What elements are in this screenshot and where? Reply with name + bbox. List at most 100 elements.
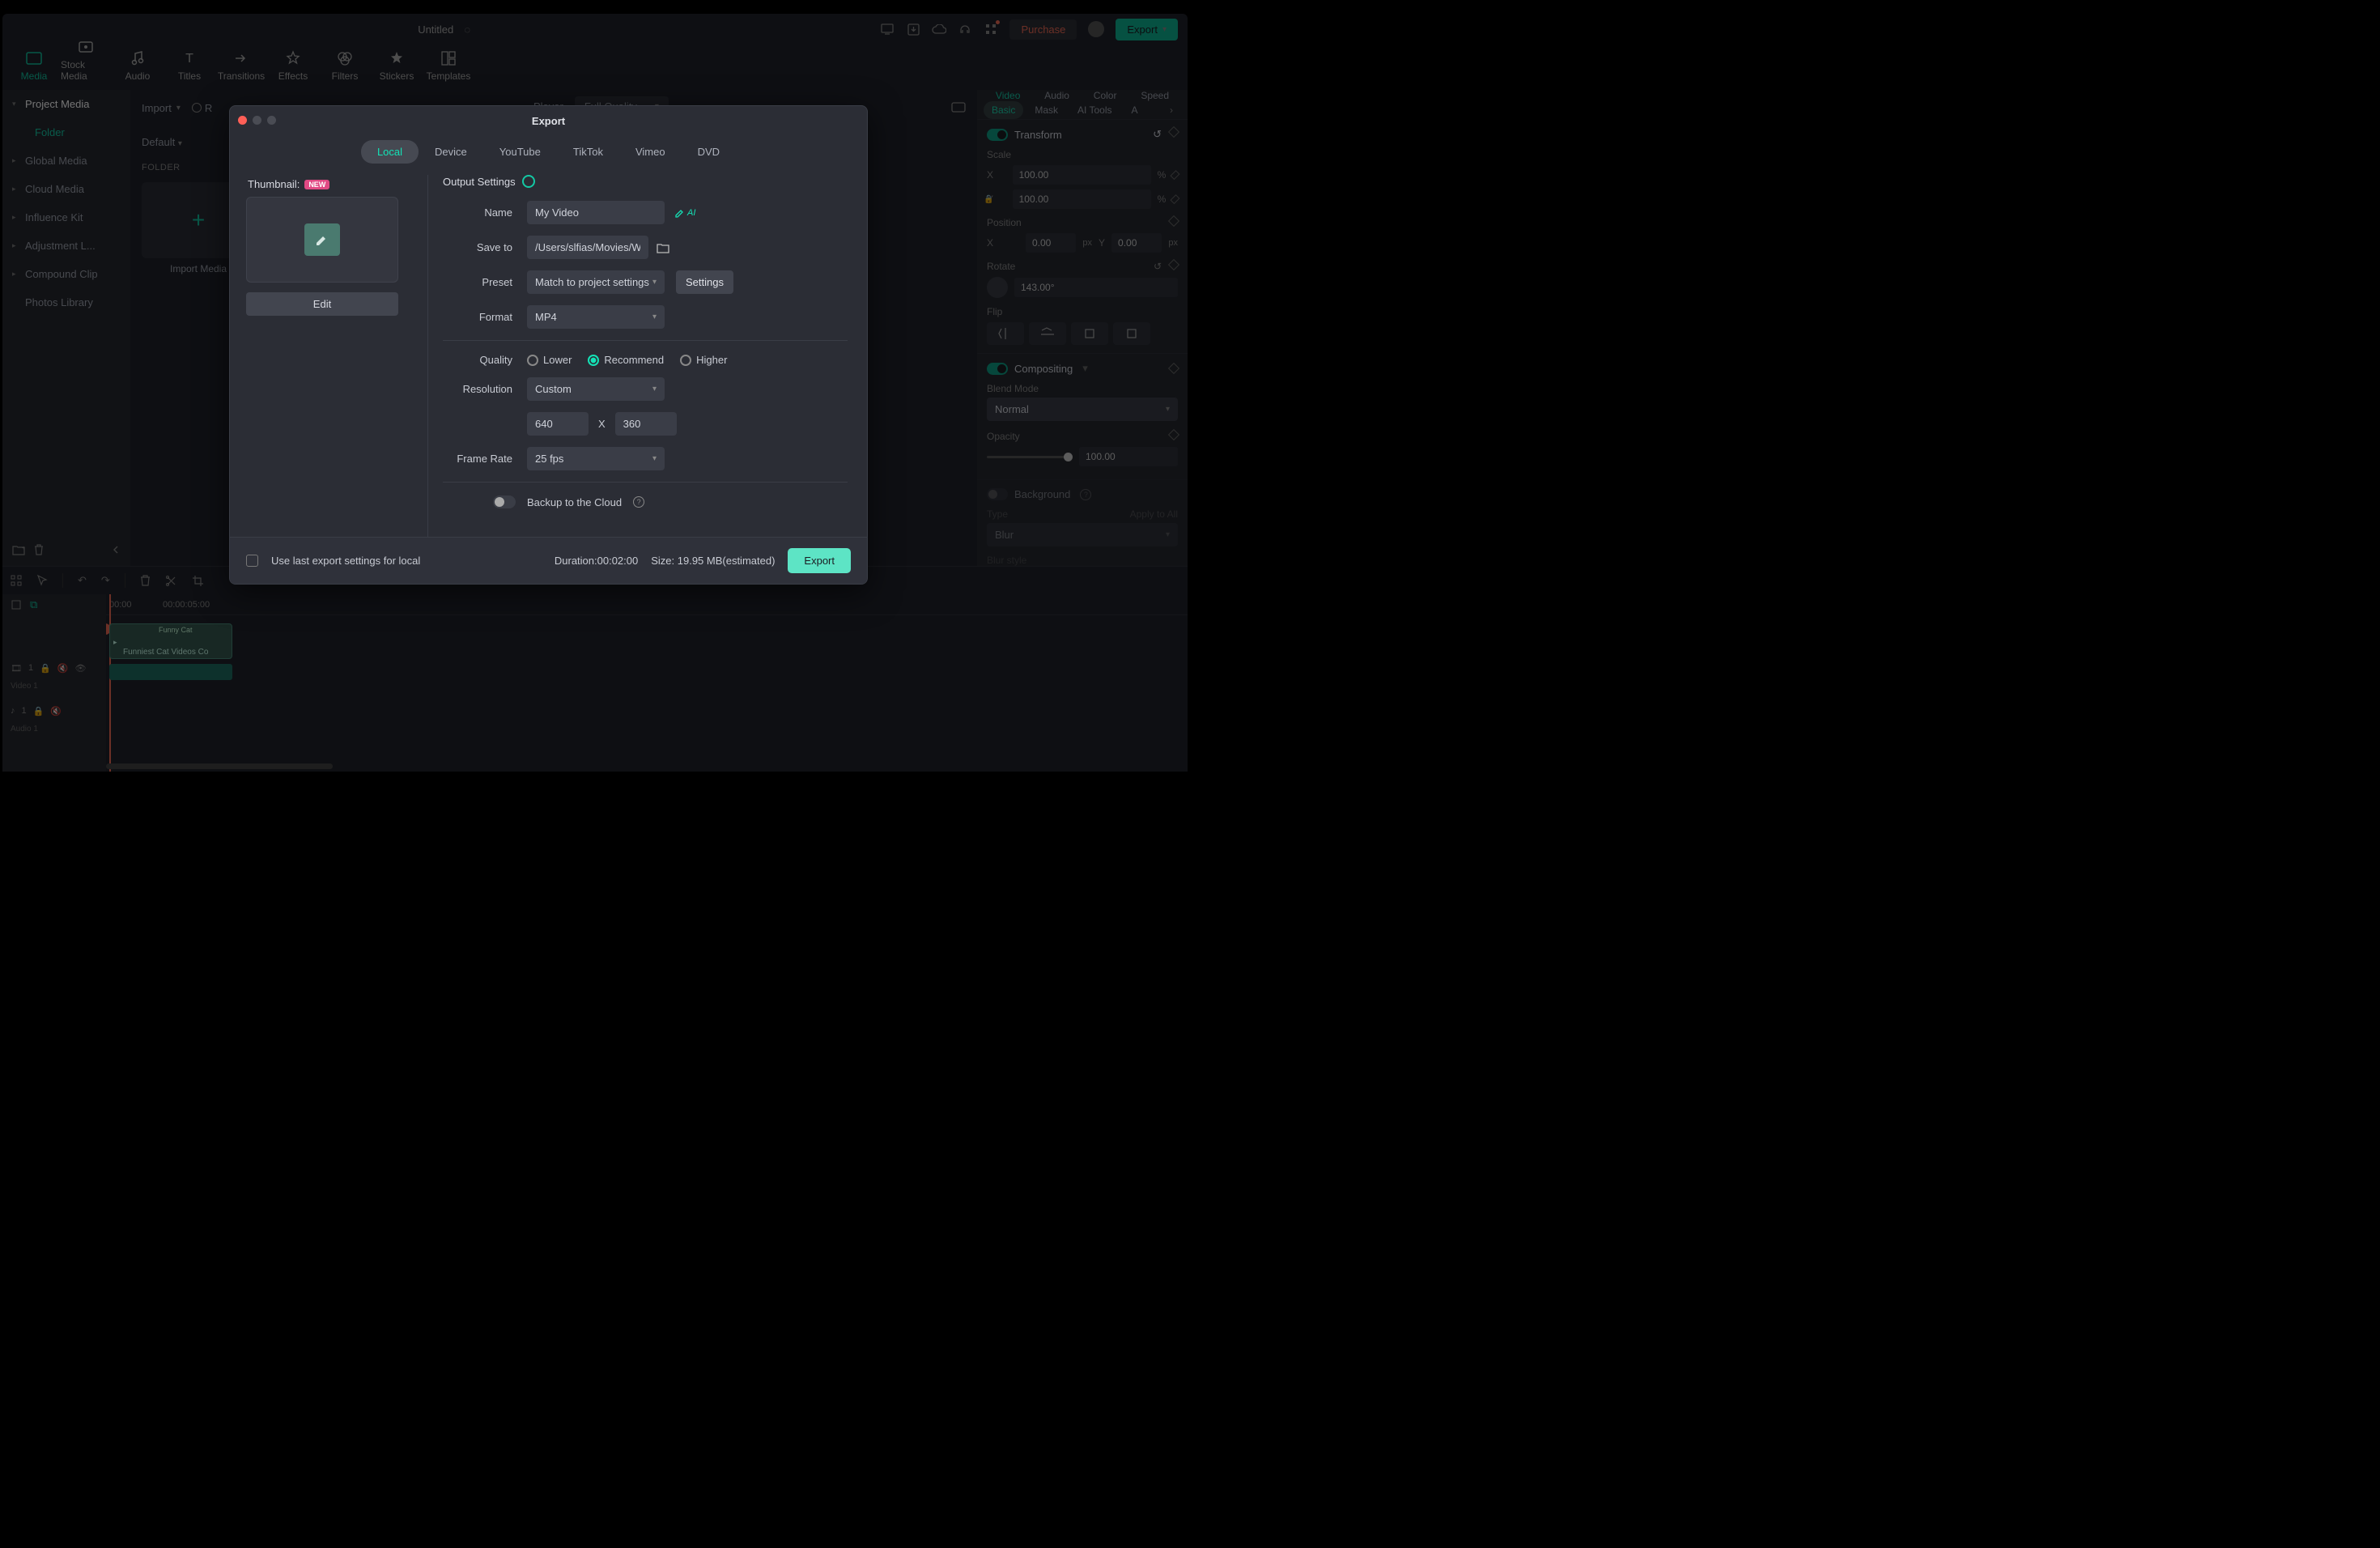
framerate-select[interactable]: 25 fps▾: [527, 447, 665, 470]
keyframe-icon[interactable]: [1168, 215, 1179, 227]
marker-icon[interactable]: [11, 575, 22, 586]
pos-y-input[interactable]: [1111, 233, 1162, 253]
compositing-toggle[interactable]: [987, 363, 1008, 375]
name-input[interactable]: [527, 201, 665, 224]
nav-stickers[interactable]: Stickers: [372, 46, 422, 85]
transform-toggle[interactable]: [987, 129, 1008, 141]
subtab-mask[interactable]: Mask: [1026, 101, 1066, 119]
ai-rename-icon[interactable]: AI: [674, 207, 695, 219]
opacity-input[interactable]: [1079, 447, 1178, 466]
close-icon[interactable]: [238, 116, 247, 125]
thumbnail-preview[interactable]: [246, 197, 398, 283]
tab-device[interactable]: Device: [419, 140, 483, 164]
nav-transitions[interactable]: Transitions: [216, 46, 266, 85]
quality-recommend-radio[interactable]: Recommend: [588, 354, 664, 366]
apps-icon[interactable]: [984, 22, 998, 36]
export-button-top[interactable]: Export▾: [1116, 19, 1178, 40]
crop-icon[interactable]: [192, 575, 204, 587]
undo-icon[interactable]: ↶: [78, 574, 87, 587]
preset-settings-button[interactable]: Settings: [676, 270, 733, 294]
mute-icon[interactable]: 🔇: [50, 706, 62, 717]
format-select[interactable]: MP4▾: [527, 305, 665, 329]
opacity-slider[interactable]: [987, 456, 1073, 458]
subtab-basic[interactable]: Basic: [984, 101, 1023, 119]
keyframe-icon[interactable]: [1168, 429, 1179, 440]
sidebar-project-media[interactable]: ▾Project Media: [2, 90, 130, 118]
purchase-button[interactable]: Purchase: [1009, 19, 1077, 40]
nav-audio[interactable]: Audio: [113, 46, 163, 85]
lock-icon[interactable]: 🔒: [33, 706, 45, 717]
apply-all-button[interactable]: Apply to All: [1130, 508, 1178, 520]
tab-audio[interactable]: Audio: [1044, 90, 1069, 101]
audio-clip[interactable]: [109, 664, 232, 680]
use-last-checkbox[interactable]: [246, 555, 258, 567]
pos-x-input[interactable]: [1026, 233, 1076, 253]
nav-templates[interactable]: Templates: [423, 46, 474, 85]
lock-icon[interactable]: 🔒: [984, 195, 993, 204]
minimize-icon[interactable]: [253, 116, 261, 125]
cloud-sync-icon[interactable]: ◌: [460, 22, 474, 36]
blend-mode-select[interactable]: Normal▾: [987, 398, 1178, 421]
flip-h-button[interactable]: [987, 322, 1024, 345]
mute-icon[interactable]: 🔇: [57, 663, 69, 674]
export-confirm-button[interactable]: Export: [788, 548, 851, 573]
lock-icon[interactable]: 🔒: [40, 663, 51, 674]
nav-filters[interactable]: Filters: [320, 46, 370, 85]
delete-icon[interactable]: [140, 575, 151, 587]
quality-lower-radio[interactable]: Lower: [527, 354, 572, 366]
split-icon[interactable]: [165, 575, 177, 587]
saveto-input[interactable]: [527, 236, 648, 259]
cloud-icon[interactable]: [932, 22, 946, 36]
reset-icon[interactable]: ↺: [1154, 261, 1162, 272]
resolution-select[interactable]: Custom▾: [527, 377, 665, 401]
sidebar-photos-library[interactable]: Photos Library: [2, 288, 130, 317]
keyframe-icon[interactable]: [1168, 259, 1179, 270]
tl-lock-icon[interactable]: [11, 599, 22, 610]
nav-stock-media[interactable]: Stock Media: [61, 35, 111, 85]
tl-link-icon[interactable]: ⧉: [30, 598, 37, 611]
background-type-select[interactable]: Blur▾: [987, 523, 1178, 546]
avatar[interactable]: [1088, 21, 1104, 37]
new-folder-icon[interactable]: +: [12, 544, 25, 555]
sidebar-compound-clip[interactable]: ▸Compound Clip: [2, 260, 130, 288]
tab-video[interactable]: Video: [996, 90, 1020, 101]
horizontal-scrollbar[interactable]: [106, 763, 333, 769]
preset-select[interactable]: Match to project settings▾: [527, 270, 665, 294]
timeline-ruler[interactable]: 00:00 00:00:05:00: [106, 594, 1188, 615]
eye-icon[interactable]: 👁: [75, 663, 87, 674]
tab-local[interactable]: Local: [361, 140, 419, 164]
browse-folder-icon[interactable]: [657, 242, 669, 253]
tab-vimeo[interactable]: Vimeo: [619, 140, 682, 164]
subtab-ai-tools[interactable]: AI Tools: [1069, 101, 1120, 119]
help-icon[interactable]: ?: [1080, 489, 1091, 500]
redo-icon[interactable]: ↷: [101, 574, 110, 587]
save-icon[interactable]: [906, 22, 920, 36]
nav-media[interactable]: Media: [9, 46, 59, 85]
tab-tiktok[interactable]: TikTok: [557, 140, 619, 164]
reset-icon[interactable]: ↺: [1153, 128, 1162, 141]
resolution-height-input[interactable]: [615, 412, 677, 436]
screen-icon[interactable]: [880, 22, 895, 36]
maximize-icon[interactable]: [267, 116, 276, 125]
help-icon[interactable]: ?: [633, 496, 644, 508]
rotate-dial[interactable]: [987, 277, 1008, 298]
tab-color[interactable]: Color: [1094, 90, 1117, 101]
rotate-input[interactable]: [1014, 278, 1178, 297]
keyframe-icon[interactable]: [1168, 363, 1179, 374]
keyframe-icon[interactable]: [1171, 170, 1180, 180]
keyframe-icon[interactable]: [1168, 126, 1179, 138]
video-clip[interactable]: Funny Cat ▸ Funniest Cat Videos Co: [109, 623, 232, 659]
sidebar-cloud-media[interactable]: ▸Cloud Media: [2, 175, 130, 203]
trash-icon[interactable]: [33, 543, 45, 556]
chevron-right-icon[interactable]: ›: [1162, 101, 1181, 119]
rotate-ccw-button[interactable]: [1113, 322, 1150, 345]
tab-speed[interactable]: Speed: [1141, 90, 1169, 101]
pointer-icon[interactable]: [36, 574, 48, 587]
import-dropdown[interactable]: Import ▾: [142, 102, 181, 114]
sidebar-adjustment[interactable]: ▸Adjustment L...: [2, 232, 130, 260]
collapse-icon[interactable]: [111, 545, 121, 555]
keyframe-icon[interactable]: [1171, 194, 1180, 204]
playhead[interactable]: [109, 594, 111, 772]
nav-titles[interactable]: TTitles: [164, 46, 215, 85]
scale-y-input[interactable]: [1013, 189, 1151, 209]
